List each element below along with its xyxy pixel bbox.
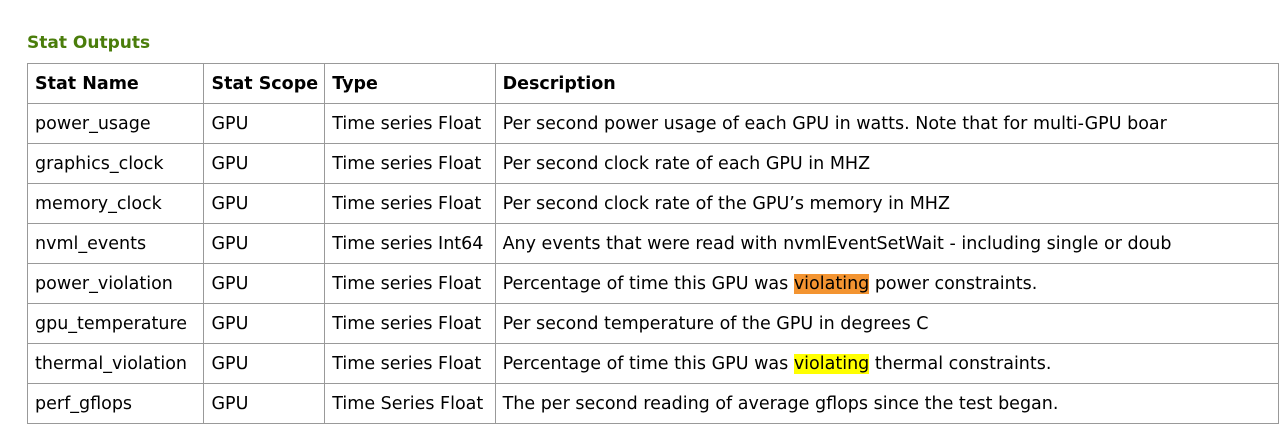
cell-stat-name: graphics_clock [27,143,205,184]
description-text: Percentage of time this GPU was [502,353,794,374]
stat-outputs-table: Stat Name Stat Scope Type Description po… [27,63,1279,424]
cell-stat-name: memory_clock [27,183,205,224]
table-row: graphics_clock GPU Time series Float Per… [27,143,1279,184]
cell-type: Time series Float [324,103,496,144]
stat-outputs-table-container: Stat Name Stat Scope Type Description po… [27,63,1279,424]
cell-stat-name: power_usage [27,103,205,144]
highlighted-term-yellow: violating [793,353,870,374]
cell-stat-scope: GPU [203,183,326,224]
cell-type: Time Series Float [324,383,496,424]
cell-stat-scope: GPU [203,263,326,304]
section-title: Stat Outputs [27,33,151,53]
cell-type: Time series Float [324,263,496,304]
cell-description: Per second temperature of the GPU in deg… [494,303,1279,344]
header-description: Description [494,63,1279,104]
cell-type: Time series Float [324,303,496,344]
table-row: perf_gflops GPU Time Series Float The pe… [27,383,1279,424]
description-text: power constraints. [869,273,1038,294]
cell-description: The per second reading of average gflops… [494,383,1279,424]
header-stat-scope: Stat Scope [203,63,326,104]
cell-description: Percentage of time this GPU was violatin… [494,263,1279,304]
cell-type: Time series Int64 [324,223,496,264]
cell-stat-scope: GPU [203,343,326,384]
cell-stat-scope: GPU [203,223,326,264]
cell-description: Per second clock rate of the GPU’s memor… [494,183,1279,224]
cell-type: Time series Float [324,343,496,384]
cell-type: Time series Float [324,183,496,224]
highlighted-term-orange: violating [793,273,870,294]
description-text: Any events that were read with nvmlEvent… [502,233,1172,254]
table-row: nvml_events GPU Time series Int64 Any ev… [27,223,1279,264]
cell-stat-name: perf_gflops [27,383,205,424]
description-text: Percentage of time this GPU was [502,273,794,294]
table-row: gpu_temperature GPU Time series Float Pe… [27,303,1279,344]
cell-stat-scope: GPU [203,103,326,144]
cell-stat-name: thermal_violation [27,343,205,384]
table-row: power_usage GPU Time series Float Per se… [27,103,1279,144]
table-row: thermal_violation GPU Time series Float … [27,343,1279,384]
cell-description: Any events that were read with nvmlEvent… [494,223,1279,264]
cell-stat-scope: GPU [203,143,326,184]
cell-type: Time series Float [324,143,496,184]
table-row: memory_clock GPU Time series Float Per s… [27,183,1279,224]
header-stat-name: Stat Name [27,63,205,104]
header-type: Type [324,63,496,104]
description-text: The per second reading of average gflops… [502,393,1059,414]
table-header: Stat Name Stat Scope Type Description [27,63,1279,104]
cell-description: Per second clock rate of each GPU in MHZ [494,143,1279,184]
table-row: power_violation GPU Time series Float Pe… [27,263,1279,304]
header-row: Stat Name Stat Scope Type Description [27,63,1279,104]
description-text: Per second clock rate of each GPU in MHZ [502,153,871,174]
cell-description: Per second power usage of each GPU in wa… [494,103,1279,144]
description-text: Per second clock rate of the GPU’s memor… [502,193,950,214]
cell-stat-name: gpu_temperature [27,303,205,344]
cell-stat-name: nvml_events [27,223,205,264]
description-text: thermal constraints. [869,353,1052,374]
table-body: power_usage GPU Time series Float Per se… [27,103,1279,424]
cell-description: Percentage of time this GPU was violatin… [494,343,1279,384]
cell-stat-name: power_violation [27,263,205,304]
cell-stat-scope: GPU [203,303,326,344]
description-text: Per second temperature of the GPU in deg… [502,313,929,334]
description-text: Per second power usage of each GPU in wa… [502,113,1167,134]
cell-stat-scope: GPU [203,383,326,424]
